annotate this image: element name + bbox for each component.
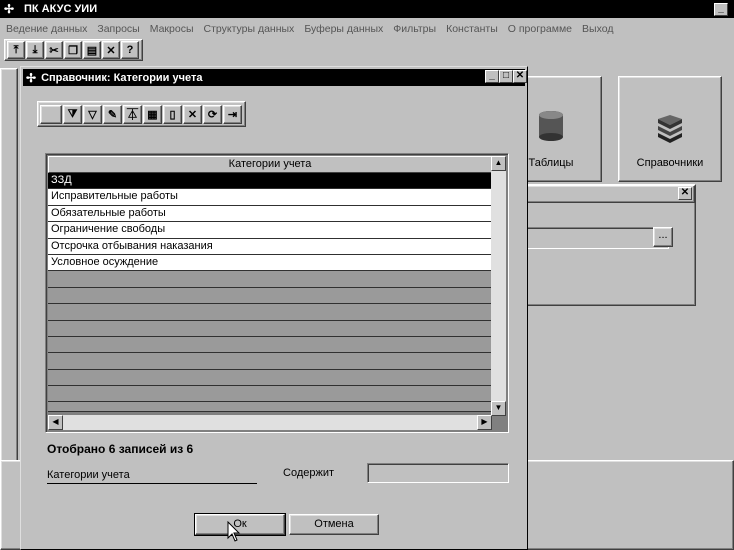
contains-label: Содержит	[283, 467, 335, 479]
cut-icon[interactable]: ✂	[45, 41, 63, 59]
record-count: Отобрано 6 записей из 6	[47, 442, 194, 456]
empty-row[interactable]	[48, 287, 492, 305]
menu-filters[interactable]: Фильтры	[393, 23, 436, 35]
minimize-button[interactable]: _	[714, 3, 728, 16]
table-row[interactable]: Условное осуждение	[48, 254, 492, 272]
table-row[interactable]: Отсрочка отбывания наказания	[48, 238, 492, 255]
filter-icon[interactable]: ▽	[83, 104, 102, 124]
scroll-left-icon[interactable]: ◀	[48, 415, 63, 430]
empty-row[interactable]	[48, 304, 492, 321]
tables-label: Таблицы	[528, 157, 574, 169]
left-panel-edge	[0, 68, 18, 468]
empty-row[interactable]	[48, 369, 492, 387]
table-row[interactable]: Исправительные работы	[48, 189, 492, 206]
filter-field-selector[interactable]: Категории учета	[47, 469, 257, 484]
contains-input[interactable]	[367, 463, 509, 483]
empty-row[interactable]	[48, 336, 492, 354]
last-record-icon[interactable]: ⤓	[26, 41, 44, 59]
main-title-bar: ✢ ПК АКУС УИИ _	[0, 0, 734, 18]
table-row[interactable]: ЗЗД	[48, 173, 492, 190]
dialog-maximize-button[interactable]: □	[499, 70, 513, 83]
menu-bar: Ведение данных Запросы Макросы Структуры…	[0, 20, 734, 38]
scroll-right-icon[interactable]: ▶	[477, 415, 492, 430]
menu-data-structures[interactable]: Структуры данных	[204, 23, 295, 35]
grid-header[interactable]: Категории учета	[48, 156, 492, 173]
filter-clear-icon[interactable]: ⏄	[123, 104, 142, 124]
refresh-icon[interactable]: ⟳	[203, 104, 222, 124]
new-document-icon[interactable]: ▯	[163, 104, 182, 124]
paste-icon[interactable]: ▤	[83, 41, 101, 59]
reference-books-label: Справочники	[636, 157, 704, 169]
reference-dialog: ✢ Справочник: Категории учета _ □ ✕ ⧩ ▽ …	[20, 66, 528, 550]
table-row[interactable]: Ограничение свободы	[48, 222, 492, 239]
app-icon: ✢	[4, 2, 15, 16]
filter-save-icon[interactable]: ▦	[143, 104, 162, 124]
menu-macros[interactable]: Макросы	[150, 23, 194, 35]
books-icon	[658, 115, 682, 143]
vertical-scrollbar[interactable]: ▲ ▼	[491, 156, 506, 416]
filter-apply-icon[interactable]: ⧩	[63, 104, 82, 124]
horizontal-scrollbar[interactable]: ◀ ▶	[48, 415, 492, 430]
dialog-app-icon: ✢	[26, 70, 37, 85]
menu-data-buffers[interactable]: Буферы данных	[304, 23, 383, 35]
main-toolbar: ⤒ ⤓ ✂ ❐ ▤ ✕ ?	[4, 39, 143, 61]
dialog-title: Справочник: Категории учета	[41, 71, 203, 84]
dialog-minimize-button[interactable]: _	[485, 70, 499, 83]
filter-edit-icon[interactable]: ✎	[103, 104, 122, 124]
scroll-up-icon[interactable]: ▲	[491, 156, 506, 171]
dialog-title-bar: ✢ Справочник: Категории учета _ □ ✕	[23, 69, 527, 86]
dialog-toolbar: ⧩ ▽ ✎ ⏄ ▦ ▯ ✕ ⟳ ⇥	[37, 101, 246, 127]
background-field[interactable]	[519, 227, 669, 249]
grid-rows: ЗЗД Исправительные работы Обязательные р…	[48, 173, 492, 413]
cancel-button[interactable]: Отмена	[289, 514, 379, 535]
menu-data-management[interactable]: Ведение данных	[6, 23, 87, 35]
empty-row[interactable]	[48, 386, 492, 403]
empty-row[interactable]	[48, 353, 492, 370]
menu-about[interactable]: О программе	[508, 23, 572, 35]
background-panel: ✕ ...	[518, 184, 696, 306]
menu-constants[interactable]: Константы	[446, 23, 498, 35]
categories-grid: Категории учета ЗЗД Исправительные работ…	[45, 153, 509, 433]
background-panel-bar: ✕	[519, 185, 695, 203]
dialog-close-button[interactable]: ✕	[513, 70, 527, 83]
copy-icon[interactable]: ❐	[64, 41, 82, 59]
scroll-down-icon[interactable]: ▼	[491, 401, 506, 416]
background-close-button[interactable]: ✕	[678, 187, 692, 200]
menu-queries[interactable]: Запросы	[97, 23, 139, 35]
first-record-icon[interactable]: ⤒	[7, 41, 25, 59]
empty-row[interactable]	[48, 320, 492, 337]
exit-icon[interactable]: ⇥	[223, 104, 242, 124]
empty-row[interactable]	[48, 271, 492, 288]
help-icon[interactable]: ?	[121, 41, 139, 59]
delete-icon[interactable]: ✕	[102, 41, 120, 59]
menu-exit[interactable]: Выход	[582, 23, 613, 35]
cancel-label: Отмена	[314, 518, 354, 530]
mouse-cursor-icon	[227, 521, 241, 542]
app-title: ПК АКУС УИИ	[24, 3, 98, 15]
table-row[interactable]: Обязательные работы	[48, 205, 492, 223]
empty-row[interactable]	[48, 402, 492, 413]
browse-button[interactable]: ...	[653, 227, 673, 247]
reference-books-button[interactable]: Справочники	[618, 76, 722, 182]
delete-icon[interactable]: ✕	[183, 104, 202, 124]
blank-icon[interactable]	[40, 104, 62, 124]
database-icon	[539, 111, 563, 141]
